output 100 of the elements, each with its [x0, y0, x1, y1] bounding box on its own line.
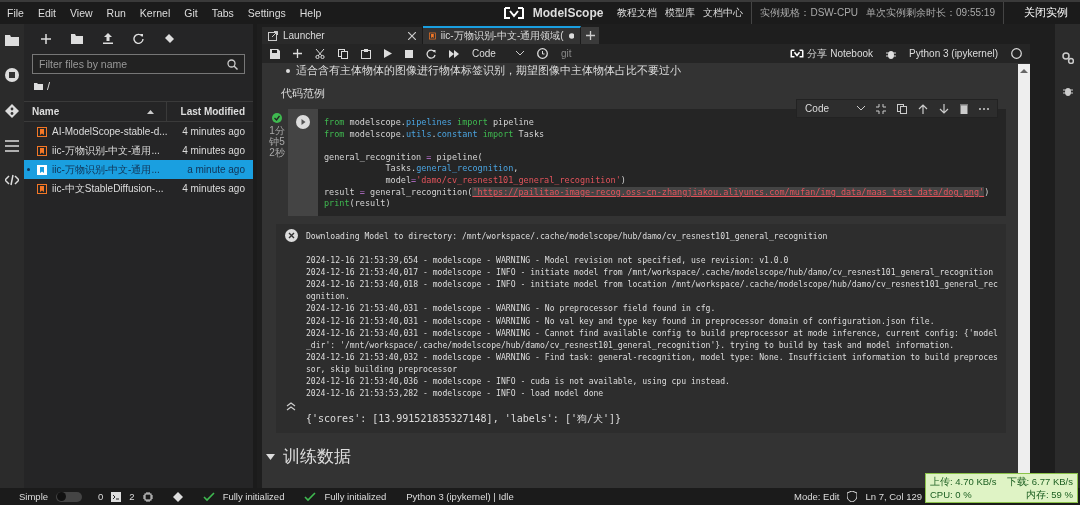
- save-icon[interactable]: [270, 48, 280, 59]
- file-modified: a minute ago: [187, 164, 245, 175]
- up-arrow-icon[interactable]: [918, 103, 928, 114]
- close-icon[interactable]: [408, 31, 416, 40]
- check-icon: [202, 491, 215, 502]
- section-heading: 训练数据: [283, 446, 351, 469]
- upload-icon[interactable]: [103, 33, 113, 44]
- code-icon[interactable]: [5, 174, 19, 186]
- kernel-status[interactable]: Python 3 (ipykernel) | Idle: [406, 491, 514, 502]
- plus-icon[interactable]: [293, 49, 302, 58]
- git-status: Fully initialized: [222, 491, 285, 502]
- download-speed: 下载: 6.77 KB/s: [1006, 475, 1073, 488]
- success-icon: [272, 113, 282, 123]
- lsp-status: Fully initialized: [324, 491, 387, 502]
- menu-item[interactable]: Settings: [240, 7, 293, 19]
- header-link[interactable]: 教程文档: [617, 6, 658, 20]
- folder-icon: [34, 82, 43, 90]
- file-row[interactable]: iic-中文StableDiffusion-... 4 minutes ago: [24, 179, 253, 198]
- name-column-header[interactable]: Name: [24, 102, 167, 121]
- stop-icon[interactable]: [5, 68, 19, 82]
- git-label[interactable]: git: [560, 48, 572, 59]
- fast-forward-icon[interactable]: [449, 49, 459, 58]
- kernel-name[interactable]: Python 3 (ipykernel): [909, 48, 998, 59]
- refresh-icon[interactable]: [133, 33, 144, 44]
- collapse-output-icon[interactable]: [286, 402, 296, 412]
- gears-icon[interactable]: [1061, 52, 1074, 64]
- bug-icon[interactable]: [1062, 86, 1073, 96]
- simple-mode-toggle[interactable]: [56, 491, 83, 502]
- collapse-icon[interactable]: [876, 103, 886, 114]
- file-row[interactable]: AI-ModelScope-stable-d... 4 minutes ago: [24, 122, 253, 141]
- caret-icon[interactable]: [266, 453, 275, 460]
- terminal-count: 0: [98, 491, 104, 502]
- copy-icon[interactable]: [338, 48, 348, 59]
- menu-item[interactable]: View: [63, 7, 100, 19]
- tab[interactable]: iic-万物识别-中文-通用领域(: [423, 26, 581, 44]
- plus-icon: [585, 31, 595, 40]
- paste-icon[interactable]: [361, 48, 371, 59]
- notebook-icon: [37, 145, 47, 156]
- unsaved-dot-icon[interactable]: [568, 32, 574, 40]
- cursor-position: Ln 7, Col 129: [865, 491, 922, 502]
- clock-icon[interactable]: [536, 48, 548, 59]
- cell-type-dropdown[interactable]: Code: [472, 48, 524, 59]
- clear-output-icon[interactable]: [284, 229, 298, 242]
- file-name: AI-ModelScope-stable-d...: [52, 126, 169, 137]
- list-icon[interactable]: [5, 140, 19, 152]
- search-field[interactable]: Filter files by name: [32, 54, 245, 74]
- shield-icon[interactable]: [847, 491, 858, 502]
- tab[interactable]: Launcher: [262, 27, 423, 44]
- menu-item[interactable]: Tabs: [204, 7, 241, 19]
- file-row[interactable]: iic-万物识别-中文-通用... a minute ago: [24, 160, 253, 179]
- run-icon[interactable]: [384, 49, 392, 58]
- more-icon[interactable]: [979, 107, 989, 110]
- launcher-icon: [268, 30, 278, 41]
- restart-icon[interactable]: [426, 48, 436, 59]
- share-notebook-button[interactable]: 分享 Notebook: [790, 46, 874, 61]
- file-name: iic-万物识别-中文-通用...: [52, 162, 161, 177]
- stop-icon[interactable]: [405, 49, 413, 58]
- run-cell-icon[interactable]: [296, 115, 310, 129]
- notebook-icon: [37, 126, 47, 137]
- file-name: iic-中文StableDiffusion-...: [52, 181, 165, 196]
- down-arrow-icon[interactable]: [939, 103, 949, 114]
- kernel-status-icon: [1011, 48, 1022, 59]
- file-row[interactable]: iic-万物识别-中文-通用... 4 minutes ago: [24, 141, 253, 160]
- header-link[interactable]: 文档中心: [703, 6, 744, 20]
- git-icon[interactable]: [172, 491, 183, 502]
- sort-icon: [147, 109, 154, 114]
- scroll-up-icon[interactable]: [1020, 68, 1028, 73]
- chip-icon[interactable]: [142, 491, 153, 502]
- menu-item[interactable]: Edit: [30, 7, 63, 19]
- search-icon: [227, 59, 238, 70]
- editor-mode: Mode: Edit: [794, 491, 840, 502]
- close-instance-button[interactable]: 关闭实例: [1012, 2, 1080, 24]
- cpu-usage: CPU: 0 %: [930, 488, 972, 501]
- modified-column-header[interactable]: Last Modified: [167, 106, 253, 117]
- notebook-icon: [37, 164, 47, 175]
- notebook-icon: [37, 183, 47, 194]
- header-link[interactable]: 模型库: [665, 6, 696, 20]
- folder-icon[interactable]: [5, 34, 19, 46]
- new-folder-icon[interactable]: [71, 33, 83, 44]
- menu-item[interactable]: Git: [177, 7, 205, 19]
- new-tab-button[interactable]: [581, 27, 599, 44]
- delete-icon[interactable]: [960, 103, 968, 114]
- logo-icon: [790, 49, 805, 58]
- caret-icon: [857, 106, 865, 111]
- caret-icon: [515, 51, 524, 56]
- menu-item[interactable]: File: [0, 7, 31, 19]
- terminal-icon[interactable]: [111, 491, 122, 502]
- copy-icon[interactable]: [897, 103, 907, 114]
- file-name: iic-万物识别-中文-通用...: [52, 143, 161, 158]
- cut-icon[interactable]: [315, 48, 325, 59]
- plus-icon[interactable]: [41, 33, 51, 44]
- file-modified: 4 minutes ago: [182, 126, 245, 137]
- menu-item[interactable]: Run: [99, 7, 133, 19]
- menu-item[interactable]: Kernel: [132, 7, 178, 19]
- menu-item[interactable]: Help: [292, 7, 329, 19]
- current-path[interactable]: /: [47, 80, 51, 92]
- bullet-text: 适合含有主体物体的图像进行物体标签识别，期望图像中主体物体占比不要过小: [296, 64, 681, 78]
- git-icon[interactable]: [5, 104, 19, 118]
- bug-icon[interactable]: [886, 48, 897, 59]
- cell-type-dropdown[interactable]: Code: [805, 103, 865, 114]
